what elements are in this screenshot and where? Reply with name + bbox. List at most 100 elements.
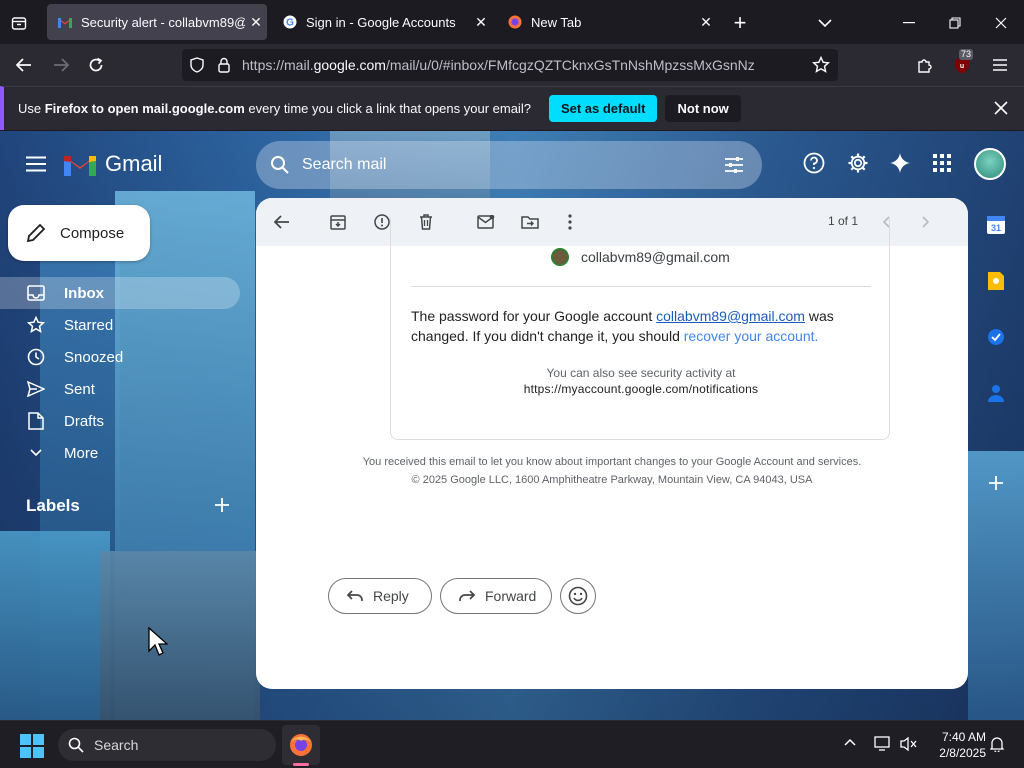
smiley-face-icon: [568, 586, 588, 606]
labels-heading: Labels: [26, 496, 80, 515]
search-icon[interactable]: [270, 155, 290, 175]
compose-label: Compose: [60, 224, 125, 242]
taskbar-clock[interactable]: 7:40 AM 2/8/2025: [926, 729, 986, 761]
contacts-app-icon[interactable]: [984, 381, 1008, 405]
forward-label: Forward: [485, 588, 537, 604]
main-menu-icon[interactable]: [26, 156, 46, 172]
search-mail-bar[interactable]: Search mail: [256, 141, 762, 189]
close-tab-icon[interactable]: ✕: [470, 14, 492, 31]
back-arrow-icon[interactable]: [12, 53, 36, 77]
tab-new-tab[interactable]: New Tab ✕: [497, 4, 717, 40]
calendar-app-icon[interactable]: 31: [984, 213, 1008, 237]
restore-window-icon[interactable]: [944, 12, 966, 34]
bookmark-star-icon[interactable]: [812, 56, 830, 74]
not-now-button[interactable]: Not now: [665, 95, 741, 122]
svg-text:u: u: [960, 63, 964, 70]
lock-icon[interactable]: [218, 57, 230, 73]
extension-badge: 73: [959, 49, 974, 60]
emoji-reaction-button[interactable]: [560, 578, 596, 614]
tab-title: Security alert - collabvm89@gmail.com: [81, 14, 245, 30]
tasks-app-icon[interactable]: [984, 325, 1008, 349]
settings-gear-icon[interactable]: [846, 151, 870, 175]
volume-muted-icon[interactable]: [900, 736, 918, 752]
help-icon[interactable]: [802, 151, 826, 175]
back-to-inbox-arrow-icon[interactable]: [270, 210, 294, 234]
url-bar[interactable]: https://mail.google.com/mail/u/0/#inbox/…: [182, 49, 838, 81]
close-tab-icon[interactable]: ✕: [245, 14, 267, 31]
reply-arrow-icon: [347, 590, 363, 602]
email-content-card: collabvm89@gmail.com The password for yo…: [390, 218, 890, 440]
tab-google-sign-in[interactable]: G Sign in - Google Accounts ✕: [272, 4, 492, 40]
reply-button[interactable]: Reply: [328, 578, 432, 614]
older-chevron-right-icon[interactable]: [914, 210, 938, 234]
google-apps-grid-icon[interactable]: [930, 151, 954, 175]
network-display-icon[interactable]: [874, 736, 892, 752]
keep-app-icon[interactable]: [984, 269, 1008, 293]
set-as-default-button[interactable]: Set as default: [548, 95, 658, 122]
chevron-down-icon: [26, 449, 46, 457]
sender-avatar: [551, 248, 569, 266]
email-footer-notice: You received this email to let you know …: [362, 456, 862, 468]
tab-security-alert[interactable]: Security alert - collabvm89@gmail.com ✕: [47, 4, 267, 40]
search-options-sliders-icon[interactable]: [724, 155, 744, 175]
pencil-icon: [26, 223, 46, 243]
send-icon: [26, 381, 46, 397]
firefox-favicon-icon: [507, 14, 523, 30]
ublock-extension-icon[interactable]: u 73: [950, 49, 974, 77]
tab-overview-icon[interactable]: [8, 12, 30, 34]
tracking-protection-shield-icon[interactable]: [190, 57, 204, 73]
default-mail-notification-bar: Use Firefox to open mail.google.com ever…: [0, 86, 1024, 130]
account-avatar[interactable]: [974, 148, 1006, 180]
nav-item-more[interactable]: More: [0, 437, 240, 469]
message-panel: 1 of 1 collabvm89@gmail.com The password…: [256, 198, 968, 689]
taskbar-search-placeholder: Search: [94, 737, 139, 753]
nav-item-sent[interactable]: Sent: [0, 373, 240, 405]
card-divider: [411, 286, 871, 287]
get-addons-plus-icon[interactable]: [984, 471, 1008, 495]
url-text: https://mail.google.com/mail/u/0/#inbox/…: [242, 57, 762, 73]
reload-icon[interactable]: [84, 53, 108, 77]
inbox-icon: [26, 285, 46, 301]
nav-label: Drafts: [64, 412, 105, 430]
clock-time: 7:40 AM: [941, 730, 986, 744]
show-hidden-icons-chevron-icon[interactable]: [844, 738, 856, 746]
taskbar-search-box[interactable]: Search: [58, 729, 276, 761]
archive-icon[interactable]: [326, 210, 350, 234]
close-window-icon[interactable]: [990, 12, 1012, 34]
security-activity-url[interactable]: https://myaccount.google.com/notificatio…: [391, 382, 891, 396]
sender-line: collabvm89@gmail.com: [551, 248, 730, 266]
forward-button[interactable]: Forward: [440, 578, 552, 614]
nav-label: More: [64, 444, 99, 462]
reply-label: Reply: [373, 588, 409, 604]
new-tab-plus-icon[interactable]: +: [728, 10, 752, 35]
compose-button[interactable]: Compose: [8, 205, 150, 261]
app-menu-hamburger-icon[interactable]: [988, 53, 1012, 77]
background-building: [0, 531, 110, 720]
minimize-window-icon[interactable]: [898, 12, 920, 34]
windows-taskbar: Search 7:40 AM 2/8/2025: [0, 720, 1024, 768]
nav-item-inbox[interactable]: Inbox: [0, 277, 240, 309]
list-all-tabs-chevron-icon[interactable]: [814, 12, 836, 34]
gmail-logo[interactable]: Gmail: [64, 151, 162, 177]
account-email-link[interactable]: collabvm89@gmail.com: [656, 308, 805, 324]
forward-arrow-icon[interactable]: [49, 53, 73, 77]
nav-item-starred[interactable]: Starred: [0, 309, 240, 341]
nav-item-drafts[interactable]: Drafts: [0, 405, 240, 437]
close-notification-icon[interactable]: [994, 101, 1008, 115]
gemini-sparkle-icon[interactable]: [888, 151, 912, 175]
notifications-bell-icon[interactable]: [990, 736, 1004, 752]
gmail-logo-text: Gmail: [105, 151, 163, 176]
security-activity-text: You can also see security activity at: [546, 366, 736, 380]
close-tab-icon[interactable]: ✕: [695, 14, 717, 31]
tab-title: New Tab: [531, 14, 582, 30]
firefox-taskbar-icon[interactable]: [282, 725, 320, 765]
forward-arrow-icon: [459, 590, 475, 602]
browser-nav-bar: https://mail.google.com/mail/u/0/#inbox/…: [0, 44, 1024, 86]
create-label-plus-icon[interactable]: [214, 497, 232, 515]
nav-item-snoozed[interactable]: Snoozed: [0, 341, 240, 373]
extensions-puzzle-icon[interactable]: [913, 53, 937, 77]
nav-label: Starred: [64, 316, 114, 334]
windows-start-icon[interactable]: [20, 734, 44, 758]
clock-date: 2/8/2025: [939, 746, 986, 760]
recover-account-link[interactable]: recover your account.: [684, 328, 819, 344]
